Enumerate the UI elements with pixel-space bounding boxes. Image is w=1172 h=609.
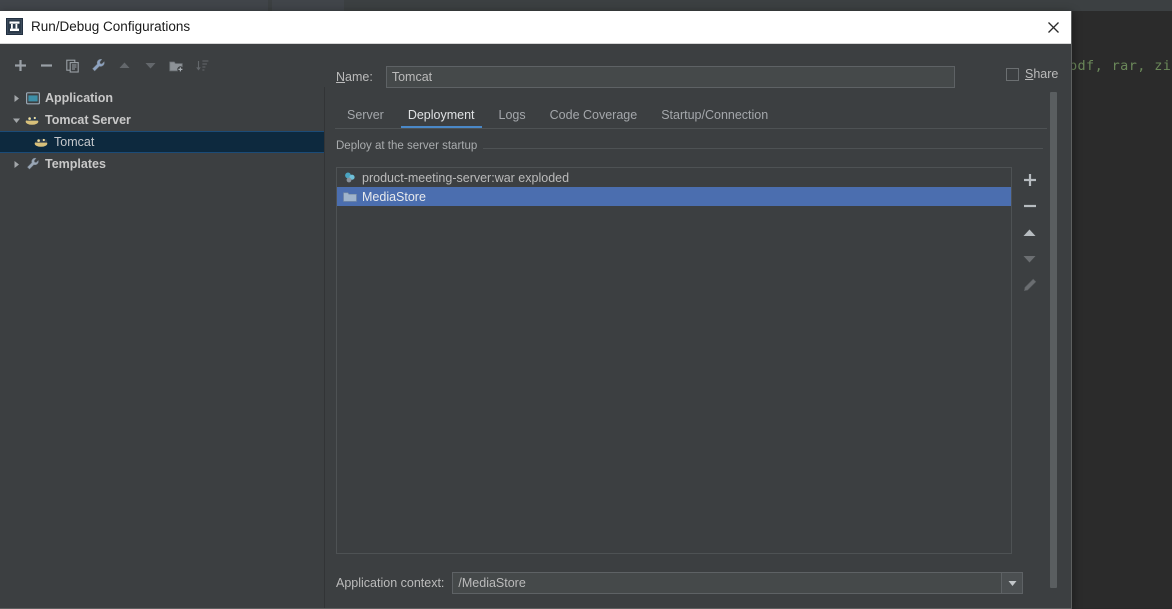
chevron-right-icon[interactable] xyxy=(8,156,24,172)
share-label: Share xyxy=(1025,67,1059,81)
name-label: Name: xyxy=(336,70,373,84)
close-icon[interactable] xyxy=(1041,16,1065,38)
tab-code-coverage[interactable]: Code Coverage xyxy=(538,101,650,128)
tab-label: Logs xyxy=(498,107,526,122)
tab-startup-connection[interactable]: Startup/Connection xyxy=(649,101,780,128)
name-input[interactable] xyxy=(385,66,955,88)
deploy-group-header: Deploy at the server startup xyxy=(336,140,1043,160)
artifact-list-toolbar xyxy=(1016,167,1044,327)
move-up-button xyxy=(114,55,135,76)
tree-item-templates[interactable]: Templates xyxy=(0,153,324,175)
chevron-down-icon[interactable] xyxy=(8,112,24,128)
editor-tab-1[interactable] xyxy=(0,0,268,11)
wrench-icon xyxy=(24,156,41,172)
chevron-down-icon[interactable] xyxy=(1001,573,1023,593)
list-item-label: product-meeting-server:war exploded xyxy=(362,170,570,185)
tab-logs[interactable]: Logs xyxy=(487,101,538,128)
create-folder-button[interactable] xyxy=(166,55,187,76)
configuration-editor-pane: Name: Share Server Deployment Logs Code … xyxy=(330,44,1071,608)
tab-server[interactable]: Server xyxy=(335,101,396,128)
folder-icon xyxy=(341,189,359,205)
name-row: Name: xyxy=(336,66,955,88)
dialog-vertical-scrollbar[interactable] xyxy=(1049,90,1058,608)
add-configuration-button[interactable] xyxy=(10,55,31,76)
list-item-label: MediaStore xyxy=(362,189,426,204)
list-item[interactable]: MediaStore xyxy=(337,187,1011,206)
checkbox-box[interactable] xyxy=(1006,67,1019,81)
deployment-artifacts-list[interactable]: product-meeting-server:war exploded Medi… xyxy=(336,167,1012,554)
application-context-combobox[interactable]: /MediaStore xyxy=(452,572,1024,594)
tomcat-icon xyxy=(33,134,50,150)
dialog-titlebar: Run/Debug Configurations xyxy=(0,11,1071,44)
sort-configurations-button xyxy=(192,55,213,76)
share-checkbox[interactable]: Share xyxy=(1006,67,1058,81)
tree-item-label: Templates xyxy=(45,157,106,171)
edit-artifact-pencil-icon xyxy=(1016,272,1043,297)
move-artifact-down-button xyxy=(1016,246,1043,271)
tab-label: Deployment xyxy=(407,107,475,122)
tab-deployment[interactable]: Deployment xyxy=(396,101,487,128)
tree-item-application[interactable]: Application xyxy=(0,87,324,109)
scrollbar-thumb[interactable] xyxy=(1050,92,1057,588)
move-artifact-up-button[interactable] xyxy=(1016,220,1043,245)
tree-item-tomcat[interactable]: Tomcat xyxy=(0,131,324,153)
dialog-title: Run/Debug Configurations xyxy=(31,19,191,34)
intellij-idea-logo-icon xyxy=(6,18,23,35)
chevron-right-icon[interactable] xyxy=(8,90,24,106)
tab-label: Code Coverage xyxy=(549,107,638,122)
tree-item-label: Tomcat xyxy=(54,135,95,149)
artifact-icon xyxy=(341,170,359,186)
application-context-value: /MediaStore xyxy=(458,576,526,590)
edit-templates-wrench-icon[interactable] xyxy=(88,55,109,76)
move-down-button xyxy=(140,55,161,76)
tree-item-tomcat-server[interactable]: Tomcat Server xyxy=(0,109,324,131)
copy-configuration-button[interactable] xyxy=(62,55,83,76)
tab-label: Startup/Connection xyxy=(661,107,769,122)
tree-item-label: Tomcat Server xyxy=(45,113,131,127)
application-icon xyxy=(24,90,41,106)
run-debug-configurations-dialog: Run/Debug Configurations Application Tom… xyxy=(0,11,1072,609)
editor-code-text: pdf, rar, zi xyxy=(1069,58,1172,74)
editor-tab-2[interactable] xyxy=(272,0,344,11)
configurations-tree: Application Tomcat Server Tomcat Templat… xyxy=(0,87,325,608)
tree-item-label: Application xyxy=(45,91,114,105)
application-context-row: Application context: /MediaStore xyxy=(336,572,1024,594)
configuration-tabs: Server Deployment Logs Code Coverage Sta… xyxy=(335,100,1047,129)
list-item[interactable]: product-meeting-server:war exploded xyxy=(337,168,1011,187)
tomcat-icon xyxy=(24,112,41,128)
add-artifact-button[interactable] xyxy=(1016,167,1043,192)
dialog-right-margin xyxy=(1060,44,1071,608)
application-context-label: Application context: xyxy=(336,576,445,590)
tab-label: Server xyxy=(347,107,384,122)
remove-artifact-button[interactable] xyxy=(1016,193,1043,218)
group-title: Deploy at the server startup xyxy=(336,140,484,152)
screen: pdf, rar, zi Run/Debug Configurations Ap… xyxy=(0,0,1172,609)
configurations-toolbar xyxy=(0,44,329,87)
remove-configuration-button[interactable] xyxy=(36,55,57,76)
